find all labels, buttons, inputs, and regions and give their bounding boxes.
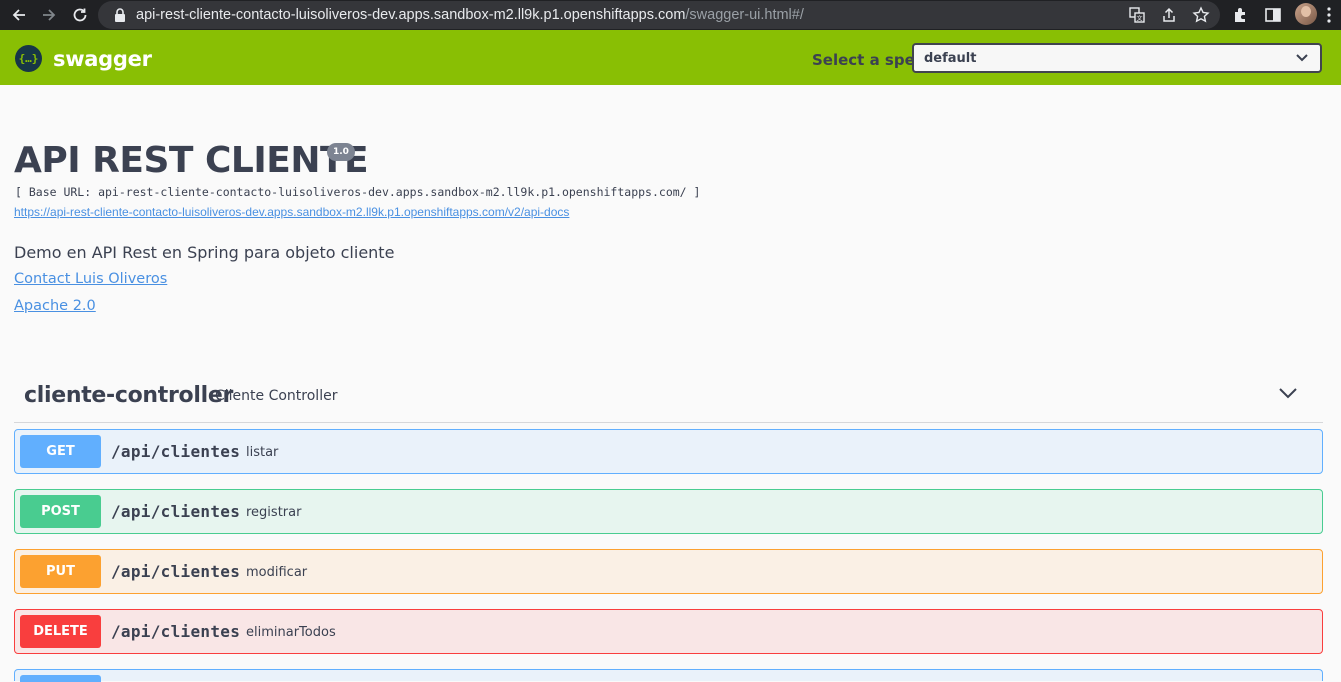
operation-post-clientes[interactable]: POST /api/clientes registrar — [14, 489, 1323, 534]
operation-summary: eliminarTodos — [246, 625, 336, 640]
operation-get-clientes[interactable]: GET /api/clientes listar — [14, 429, 1323, 474]
api-description: Demo en API Rest en Spring para objeto c… — [14, 243, 395, 262]
bookmark-star-icon[interactable] — [1192, 6, 1210, 24]
operation-get-partial[interactable] — [14, 669, 1323, 682]
profile-avatar[interactable] — [1295, 3, 1317, 25]
url-path: /swagger-ui.html#/ — [685, 7, 804, 23]
extensions-icon[interactable] — [1232, 6, 1250, 24]
swagger-topbar: {…} swagger Select a spec default — [0, 30, 1341, 85]
lock-icon — [115, 8, 125, 22]
method-badge-get: GET — [20, 435, 101, 468]
browser-toolbar: api-rest-cliente-contacto-luisoliveros-d… — [0, 0, 1341, 30]
operation-summary: registrar — [246, 505, 302, 520]
api-docs-link[interactable]: https://api-rest-cliente-contacto-luisol… — [14, 205, 569, 219]
operation-path: /api/clientes — [111, 502, 241, 521]
swagger-logo-icon: {…} — [15, 45, 42, 72]
api-title: API REST CLIENTE — [14, 140, 369, 181]
menu-dots-icon[interactable] — [1326, 6, 1332, 24]
url-host: api-rest-cliente-contacto-luisoliveros-d… — [136, 7, 686, 23]
forward-icon[interactable] — [37, 3, 61, 27]
contact-link[interactable]: Contact Luis Oliveros — [14, 271, 167, 287]
operation-summary: modificar — [246, 565, 308, 580]
tag-description: Cliente Controller — [215, 388, 338, 404]
operation-put-clientes[interactable]: PUT /api/clientes modificar — [14, 549, 1323, 594]
swagger-logo[interactable]: {…} swagger — [15, 45, 152, 72]
spec-label: Select a spec — [812, 51, 924, 69]
method-badge-delete: DELETE — [20, 615, 101, 648]
url-text: api-rest-cliente-contacto-luisoliveros-d… — [136, 7, 804, 23]
address-bar[interactable]: api-rest-cliente-contacto-luisoliveros-d… — [98, 1, 1220, 29]
spec-select-value: default — [924, 51, 977, 66]
share-icon[interactable] — [1160, 6, 1178, 24]
svg-text:文: 文 — [1136, 15, 1142, 23]
operation-path: /api/clientes — [111, 562, 241, 581]
base-url: [ Base URL: api-rest-cliente-contacto-lu… — [15, 185, 701, 199]
operation-summary: listar — [246, 445, 279, 460]
side-panel-icon[interactable] — [1264, 6, 1282, 24]
chevron-down-icon[interactable] — [1279, 387, 1297, 399]
back-icon[interactable] — [7, 3, 31, 27]
translate-icon[interactable]: 文 — [1128, 6, 1146, 24]
tag-name: cliente-controller — [24, 383, 234, 408]
license-link[interactable]: Apache 2.0 — [14, 298, 96, 314]
method-badge-put: PUT — [20, 555, 101, 588]
operation-path: /api/clientes — [111, 622, 241, 641]
operation-delete-clientes[interactable]: DELETE /api/clientes eliminarTodos — [14, 609, 1323, 654]
spec-select[interactable]: default — [912, 43, 1322, 73]
operation-path: /api/clientes — [111, 442, 241, 461]
swagger-logo-text: swagger — [53, 46, 152, 71]
tag-header-cliente-controller[interactable]: cliente-controller Cliente Controller — [14, 376, 1323, 423]
method-badge-post: POST — [20, 495, 101, 528]
version-badge: 1.0 — [327, 143, 355, 161]
reload-icon[interactable] — [68, 3, 92, 27]
chevron-down-icon — [1296, 54, 1308, 62]
